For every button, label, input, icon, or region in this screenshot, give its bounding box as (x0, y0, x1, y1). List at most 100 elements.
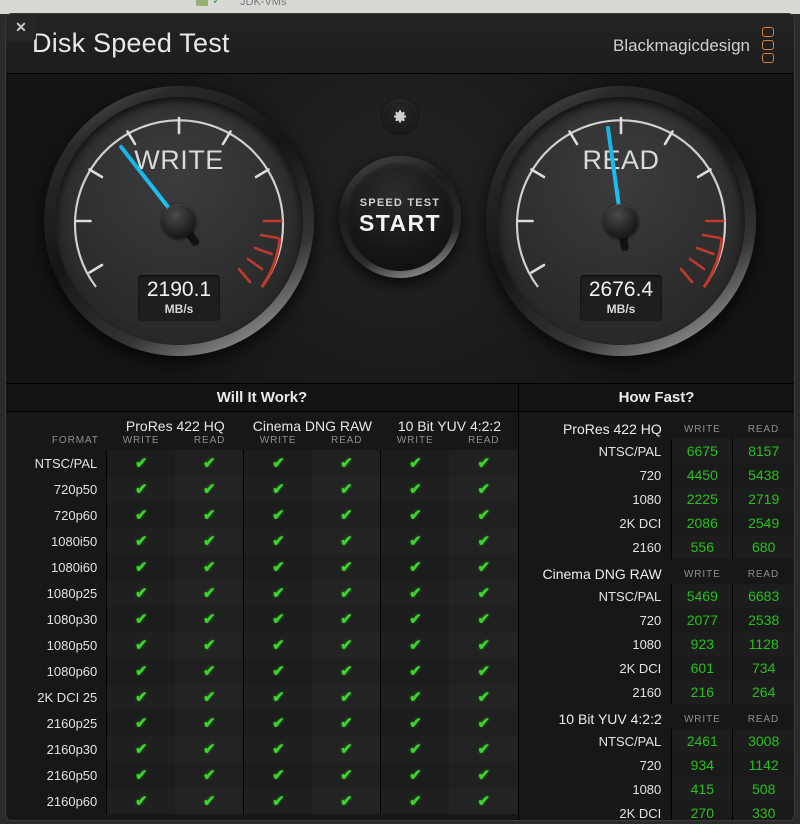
start-button-sublabel: SPEED TEST (359, 197, 441, 209)
page-title: Disk Speed Test (32, 28, 230, 58)
compatibility-cell: ✔ (380, 476, 450, 502)
read-speed-value: 2549 (732, 511, 794, 535)
resolution-label: NTSC/PAL (598, 733, 662, 749)
compatibility-cell: ✔ (106, 658, 176, 684)
table-row: NTSC/PAL 5469 6683 (519, 584, 794, 608)
column-subheader-row: FORMAT WRITE READ WRITE READ WRITE READ (6, 435, 518, 450)
table-row: 720p50 ✔ ✔ ✔ ✔ ✔ ✔ (6, 476, 518, 502)
table-row: 1080 415 508 (519, 777, 794, 801)
check-icon: ✔ (272, 792, 285, 810)
check-icon: ✔ (135, 792, 148, 810)
check-icon: ✔ (340, 480, 353, 498)
compatibility-cell: ✔ (243, 450, 313, 476)
read-speed-value: 6683 (732, 584, 794, 608)
how-fast-title: How Fast? (519, 384, 794, 412)
table-row: 2K DCI 2086 2549 (519, 511, 794, 535)
read-speed-value: 2719 (732, 487, 794, 511)
check-icon: ✔ (135, 766, 148, 784)
compatibility-cell: ✔ (380, 710, 450, 736)
check-icon: ✔ (203, 480, 216, 498)
subheader-prores-read: READ (193, 435, 226, 446)
resolution-label: 2K DCI (619, 660, 662, 676)
compatibility-cell: ✔ (175, 554, 244, 580)
compatibility-cell: ✔ (106, 632, 176, 658)
check-icon: ✔ (203, 610, 216, 628)
read-speed-value: 734 (732, 656, 794, 680)
resolution-label: 2160 (632, 684, 662, 700)
check-icon: ✔ (135, 506, 148, 524)
table-row: 720 934 1142 (519, 753, 794, 777)
compatibility-cell: ✔ (106, 554, 176, 580)
format-label: 1080p50 (46, 637, 98, 653)
check-icon: ✔ (477, 454, 491, 472)
resolution-label: 1080 (632, 781, 662, 797)
check-icon: ✔ (409, 584, 422, 602)
codec-group-header-row: ProRes 422 HQ Cinema DNG RAW 10 Bit YUV … (6, 412, 518, 435)
compatibility-cell: ✔ (312, 450, 381, 476)
write-speed-value: 415 (671, 777, 733, 801)
compatibility-cell: ✔ (312, 528, 381, 554)
compatibility-cell: ✔ (106, 580, 176, 606)
compatibility-cell: ✔ (312, 554, 381, 580)
check-icon: ✔ (203, 688, 216, 706)
check-icon: ✔ (203, 584, 216, 602)
check-icon: ✔ (340, 454, 353, 472)
format-label: 1080p30 (46, 611, 98, 627)
check-icon: ✔ (272, 636, 285, 654)
blackmagic-logo-icon (758, 27, 778, 63)
compatibility-cell: ✔ (312, 710, 381, 736)
close-button[interactable]: ✕ (6, 14, 36, 41)
format-label: 2160p50 (46, 767, 98, 783)
check-icon: ✔ (272, 532, 285, 550)
subheader-cinemadng-write: WRITE (259, 435, 297, 446)
table-row: 1080i50 ✔ ✔ ✔ ✔ ✔ ✔ (6, 528, 518, 554)
check-icon: ✔ (203, 506, 216, 524)
compatibility-cell: ✔ (243, 788, 313, 814)
table-row: 2160p60 ✔ ✔ ✔ ✔ ✔ ✔ (6, 788, 518, 814)
speed-test-start-button[interactable]: SPEED TEST START (339, 156, 461, 278)
compatibility-cell: ✔ (312, 632, 381, 658)
write-speed-value: 2225 (671, 487, 733, 511)
subheader-yuv-write: WRITE (396, 435, 434, 446)
check-icon: ✔ (272, 454, 285, 472)
section-read-header: READ (747, 423, 780, 435)
compatibility-cell: ✔ (312, 788, 381, 814)
subheader-cinemadng-read: READ (330, 435, 363, 446)
check-icon: ✔ (477, 610, 491, 628)
table-row: NTSC/PAL ✔ ✔ ✔ ✔ ✔ ✔ (6, 450, 518, 476)
check-icon: ✔ (272, 584, 285, 602)
how-fast-section-header: 10 Bit YUV 4:2:2 WRITE READ (519, 704, 794, 729)
table-row: 1080 923 1128 (519, 632, 794, 656)
check-icon: ✔ (409, 688, 422, 706)
app-header: Disk Speed Test Blackmagicdesign (6, 14, 794, 74)
codec-header-yuv: 10 Bit YUV 4:2:2 (397, 418, 502, 434)
check-icon: ✔ (477, 532, 491, 550)
format-label: 1080p60 (46, 663, 98, 679)
compatibility-cell: ✔ (175, 710, 244, 736)
format-column-header: FORMAT (51, 435, 99, 446)
format-label: 2160p30 (46, 741, 98, 757)
compatibility-cell: ✔ (106, 606, 176, 632)
table-row: 2160p50 ✔ ✔ ✔ ✔ ✔ ✔ (6, 762, 518, 788)
check-icon: ✔ (340, 714, 353, 732)
write-speed-value: 601 (671, 656, 733, 680)
resolution-label: 720 (639, 467, 662, 483)
check-icon: ✔ (272, 558, 285, 576)
subheader-prores-write: WRITE (122, 435, 160, 446)
check-icon: ✔ (203, 714, 216, 732)
check-icon: ✔ (203, 636, 216, 654)
format-label: 720p50 (53, 481, 98, 497)
how-fast-section-header: Cinema DNG RAW WRITE READ (519, 559, 794, 584)
compatibility-cell: ✔ (449, 684, 518, 710)
table-row: NTSC/PAL 6675 8157 (519, 439, 794, 463)
check-icon: ✔ (409, 610, 422, 628)
write-speed-value: 934 (671, 753, 733, 777)
read-speed-value: 508 (732, 777, 794, 801)
check-icon: ✔ (135, 714, 148, 732)
compatibility-cell: ✔ (380, 632, 450, 658)
check-icon: ✔ (135, 532, 148, 550)
compatibility-cell: ✔ (175, 658, 244, 684)
check-icon: ✔ (272, 740, 285, 758)
settings-button[interactable] (383, 99, 417, 133)
compatibility-cell: ✔ (449, 554, 518, 580)
